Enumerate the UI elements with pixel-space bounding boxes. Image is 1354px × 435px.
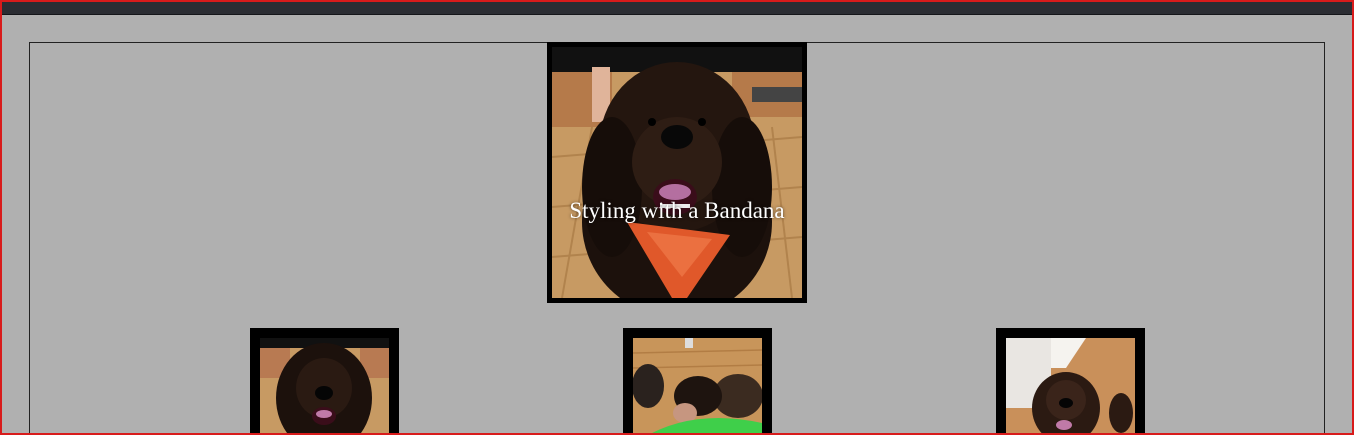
featured-image-card[interactable]: Styling with a Bandana — [547, 42, 807, 303]
thumbnail-1[interactable] — [250, 328, 399, 435]
thumbnail-2[interactable] — [623, 328, 772, 435]
featured-caption: Styling with a Bandana — [569, 198, 785, 223]
thumbnail-3[interactable] — [996, 328, 1145, 435]
thumbnail-photo-puppies — [633, 338, 762, 435]
thumbnail-photo-dog-portrait — [260, 338, 389, 435]
puppies-in-lap-image — [633, 338, 762, 435]
top-bar — [0, 0, 1354, 15]
featured-photo — [552, 47, 802, 298]
thumbnail-photo-hallway-dog — [1006, 338, 1135, 435]
dog-with-bandana-image — [552, 47, 802, 298]
dog-in-hallway-image — [1006, 338, 1135, 435]
dog-portrait-image — [260, 338, 389, 435]
